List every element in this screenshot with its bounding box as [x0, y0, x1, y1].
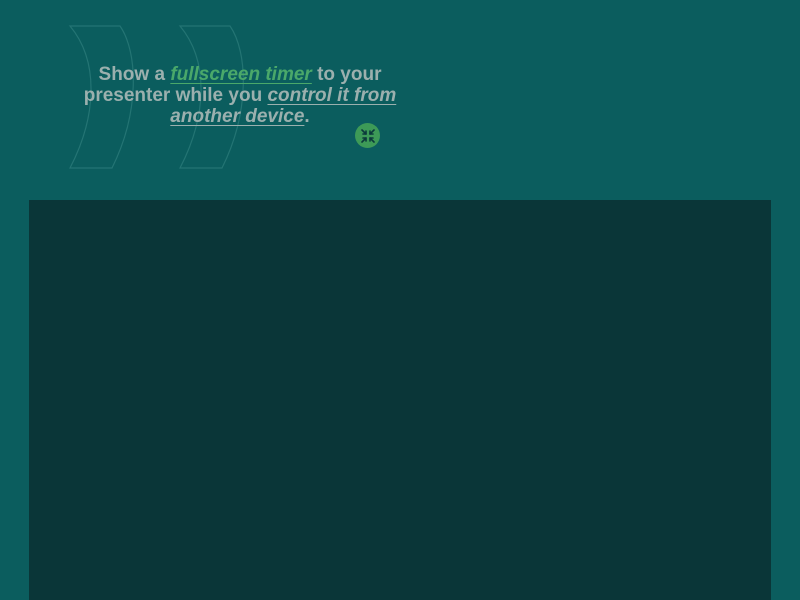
hero-text-part1: Show a [98, 64, 171, 85]
timer-preview-panel [29, 200, 771, 600]
minimize-button[interactable] [355, 123, 380, 148]
fullscreen-timer-link[interactable]: fullscreen timer [170, 64, 312, 85]
collapse-arrows-icon [360, 128, 375, 143]
page: Show a fullscreen timer to your presente… [0, 0, 800, 600]
hero-text: Show a fullscreen timer to your presente… [70, 64, 410, 127]
hero-text-part3: . [304, 106, 310, 127]
